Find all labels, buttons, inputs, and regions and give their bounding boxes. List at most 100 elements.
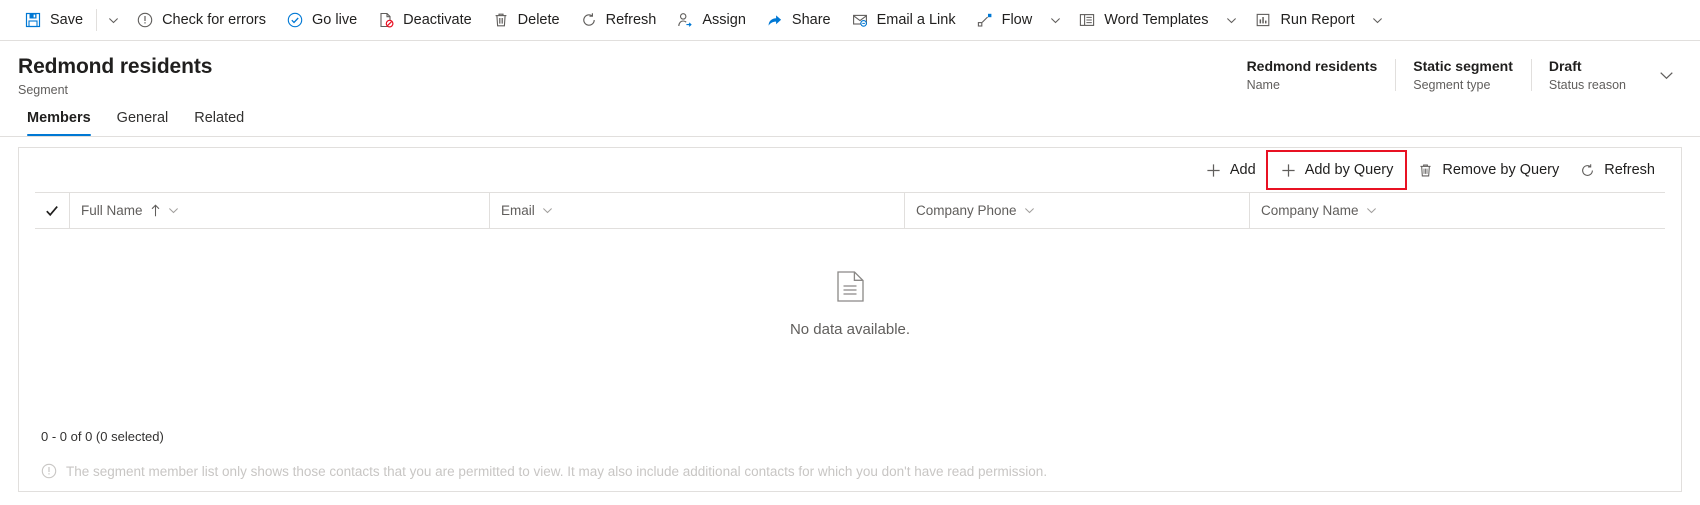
info-icon bbox=[41, 463, 57, 479]
save-icon bbox=[24, 11, 42, 29]
command-save-chevron[interactable] bbox=[100, 0, 126, 40]
header-fields: Redmond residents Name Static segment Se… bbox=[1229, 54, 1682, 94]
grid-command-add-by-query[interactable]: Add by Query bbox=[1265, 150, 1408, 190]
tab-members[interactable]: Members bbox=[18, 109, 100, 136]
grid-column-headers: Full Name Email Company Phone Company Na… bbox=[35, 193, 1665, 229]
command-email-a-link-label: Email a Link bbox=[876, 11, 956, 28]
column-header-company-name-label: Company Name bbox=[1261, 203, 1359, 218]
grid-record-count: 0 - 0 of 0 (0 selected) bbox=[41, 428, 164, 444]
header-field-segment-type-value: Static segment bbox=[1413, 58, 1513, 74]
command-run-report-chevron[interactable] bbox=[1365, 0, 1391, 40]
tab-general-label: General bbox=[116, 110, 169, 126]
command-flow[interactable]: Flow bbox=[966, 0, 1043, 40]
tab-related-label: Related bbox=[194, 110, 245, 126]
chevron-down-icon[interactable] bbox=[168, 205, 179, 216]
grid-command-add[interactable]: Add bbox=[1195, 153, 1266, 187]
header-field-name-label: Name bbox=[1246, 78, 1280, 92]
select-all-checkbox[interactable] bbox=[35, 204, 69, 218]
command-go-live[interactable]: Go live bbox=[276, 0, 367, 40]
chevron-down-icon[interactable] bbox=[1024, 205, 1035, 216]
tab-bar: Members General Related bbox=[0, 99, 1700, 137]
header-field-segment-type: Static segment Segment type bbox=[1395, 56, 1531, 94]
trash-icon bbox=[1417, 162, 1434, 179]
header-field-name-value: Redmond residents bbox=[1246, 58, 1378, 74]
grid-empty-state: No data available. bbox=[19, 229, 1681, 421]
command-email-a-link[interactable]: Email a Link bbox=[841, 0, 966, 40]
column-header-full-name-label: Full Name bbox=[81, 203, 143, 218]
command-refresh[interactable]: Refresh bbox=[570, 0, 667, 40]
command-share-label: Share bbox=[791, 11, 831, 28]
tab-related[interactable]: Related bbox=[185, 109, 253, 136]
header-field-status-reason-label: Status reason bbox=[1548, 78, 1626, 92]
plus-icon bbox=[1205, 162, 1222, 179]
column-header-company-phone-label: Company Phone bbox=[916, 203, 1017, 218]
header-field-status-reason: Draft Status reason bbox=[1530, 56, 1644, 94]
header-expand-chevron-down-icon[interactable] bbox=[1650, 59, 1682, 91]
grid-command-add-by-query-label: Add by Query bbox=[1304, 162, 1394, 178]
command-check-for-errors-label: Check for errors bbox=[162, 11, 267, 28]
command-word-templates-label: Word Templates bbox=[1104, 11, 1209, 28]
assign-person-icon bbox=[676, 11, 694, 29]
page-subtitle: Segment bbox=[18, 83, 69, 97]
grid-notice-text: The segment member list only shows those… bbox=[66, 463, 1048, 479]
command-divider bbox=[96, 9, 98, 31]
column-header-full-name[interactable]: Full Name bbox=[69, 193, 489, 228]
empty-state-text: No data available. bbox=[789, 320, 911, 338]
grid-command-remove-by-query[interactable]: Remove by Query bbox=[1407, 153, 1569, 187]
flow-icon bbox=[976, 11, 994, 29]
grid-command-bar: Add Add by Query Remove by Query Refresh bbox=[19, 148, 1681, 192]
check-circle-icon bbox=[286, 11, 304, 29]
column-header-company-name[interactable]: Company Name bbox=[1249, 193, 1665, 228]
page-header: Redmond residents Segment Redmond reside… bbox=[0, 41, 1700, 99]
header-field-name: Redmond residents Name bbox=[1229, 56, 1396, 94]
refresh-icon bbox=[1579, 162, 1596, 179]
share-icon bbox=[766, 11, 784, 29]
sort-ascending-icon bbox=[150, 204, 161, 217]
refresh-icon bbox=[580, 11, 598, 29]
column-header-email[interactable]: Email bbox=[489, 193, 904, 228]
header-field-segment-type-label: Segment type bbox=[1413, 78, 1491, 92]
command-check-for-errors[interactable]: Check for errors bbox=[126, 0, 276, 40]
command-run-report[interactable]: Run Report bbox=[1244, 0, 1364, 40]
command-flow-label: Flow bbox=[1001, 11, 1033, 28]
tab-general[interactable]: General bbox=[108, 109, 178, 136]
grid-panel-wrapper: Add Add by Query Remove by Query Refresh… bbox=[0, 137, 1700, 492]
chevron-down-icon[interactable] bbox=[542, 205, 553, 216]
error-circle-icon bbox=[136, 11, 154, 29]
command-delete[interactable]: Delete bbox=[482, 0, 570, 40]
grid-command-refresh-label: Refresh bbox=[1604, 162, 1655, 178]
command-delete-label: Delete bbox=[517, 11, 560, 28]
command-deactivate[interactable]: Deactivate bbox=[367, 0, 482, 40]
run-report-icon bbox=[1254, 11, 1272, 29]
header-field-status-reason-value: Draft bbox=[1548, 58, 1582, 74]
grid-command-remove-by-query-label: Remove by Query bbox=[1442, 162, 1560, 178]
command-flow-chevron[interactable] bbox=[1042, 0, 1068, 40]
command-assign[interactable]: Assign bbox=[666, 0, 756, 40]
command-go-live-label: Go live bbox=[312, 11, 358, 28]
column-header-company-phone[interactable]: Company Phone bbox=[904, 193, 1249, 228]
grid-notice: The segment member list only shows those… bbox=[19, 451, 1681, 491]
grid-command-add-label: Add bbox=[1229, 162, 1256, 178]
command-word-templates-chevron[interactable] bbox=[1218, 0, 1244, 40]
chevron-down-icon[interactable] bbox=[1366, 205, 1377, 216]
command-assign-label: Assign bbox=[702, 11, 746, 28]
deactivate-icon bbox=[377, 11, 395, 29]
word-template-icon bbox=[1078, 11, 1096, 29]
command-run-report-label: Run Report bbox=[1280, 11, 1355, 28]
command-save-label: Save bbox=[50, 11, 84, 28]
trash-icon bbox=[492, 11, 510, 29]
command-save[interactable]: Save bbox=[14, 0, 93, 40]
grid-command-refresh[interactable]: Refresh bbox=[1569, 153, 1665, 187]
page-title: Redmond residents bbox=[18, 55, 213, 78]
command-word-templates[interactable]: Word Templates bbox=[1068, 0, 1218, 40]
column-header-email-label: Email bbox=[501, 203, 535, 218]
document-icon bbox=[836, 270, 864, 307]
page-header-left: Redmond residents Segment bbox=[18, 54, 1229, 99]
tab-members-label: Members bbox=[27, 110, 91, 126]
main-command-bar: Save Check for errors Go live Deactivate… bbox=[0, 0, 1700, 41]
command-refresh-label: Refresh bbox=[605, 11, 657, 28]
members-grid-panel: Add Add by Query Remove by Query Refresh… bbox=[18, 147, 1682, 492]
command-share[interactable]: Share bbox=[756, 0, 841, 40]
command-deactivate-label: Deactivate bbox=[403, 11, 472, 28]
email-link-icon bbox=[851, 11, 869, 29]
